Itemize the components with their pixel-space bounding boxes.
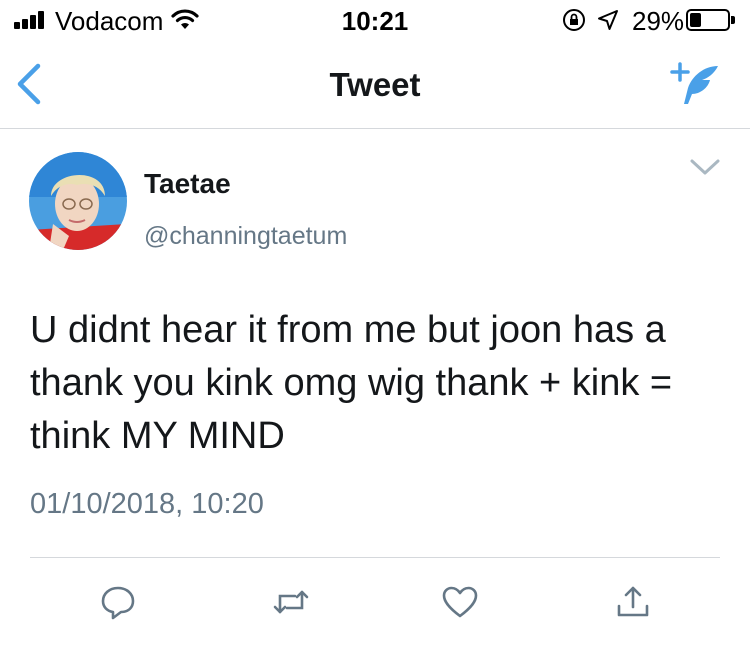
status-bar: Vodacom 10:21 29% xyxy=(0,0,750,40)
retweet-icon[interactable] xyxy=(271,582,311,622)
reply-icon[interactable] xyxy=(98,582,138,622)
battery-percent: 29% xyxy=(632,6,685,36)
chevron-down-icon[interactable] xyxy=(688,156,722,178)
tweet-text: U didnt hear it from me but joon has a t… xyxy=(30,309,673,457)
page-title: Tweet xyxy=(329,66,421,103)
author-handle[interactable]: @channingtaetum xyxy=(144,222,347,251)
author-display-name[interactable]: Taetae xyxy=(144,168,231,200)
orientation-lock-icon xyxy=(563,9,585,31)
location-arrow-icon xyxy=(598,10,618,30)
battery-icon xyxy=(686,9,735,31)
avatar[interactable] xyxy=(29,152,127,250)
avatar-image xyxy=(29,152,127,250)
divider xyxy=(30,557,720,558)
share-icon[interactable] xyxy=(613,582,653,622)
nav-bar: Tweet xyxy=(0,40,750,129)
tweet-timestamp: 01/10/2018, 10:20 xyxy=(30,488,264,520)
compose-tweet-icon[interactable] xyxy=(666,60,722,110)
like-icon[interactable] xyxy=(440,582,480,622)
